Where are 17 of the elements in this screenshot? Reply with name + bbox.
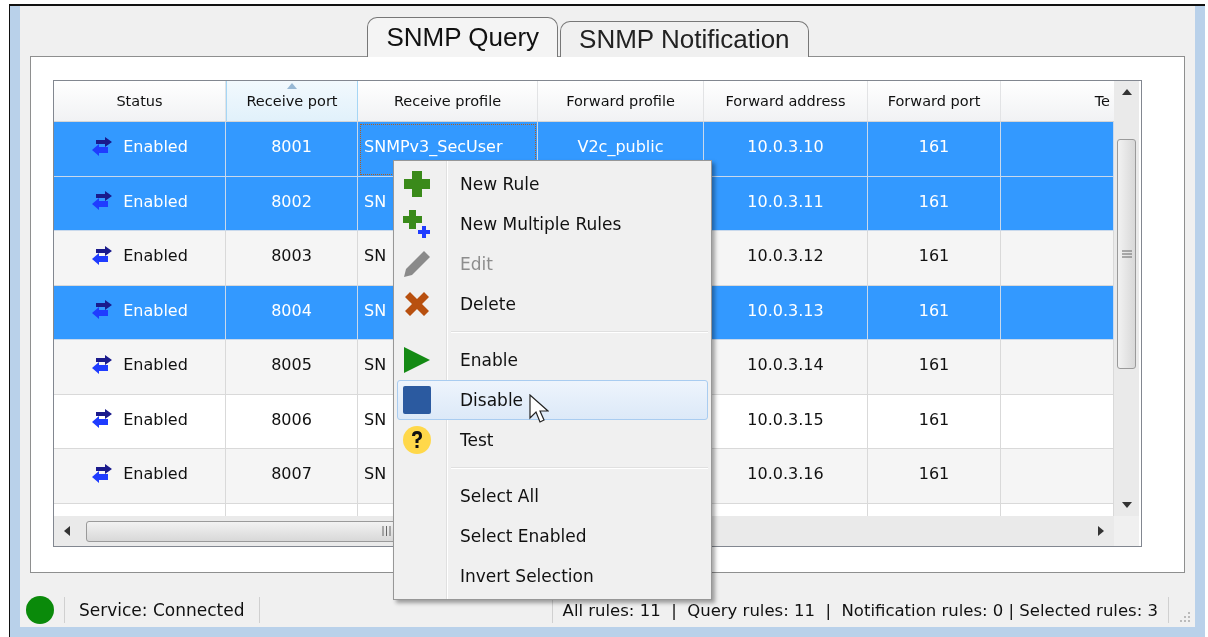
- status-text: Enabled: [123, 409, 188, 429]
- rules-summary: All rules: 11 | Query rules: 11 | Notification rules: 0 | Selected rules: 3: [562, 600, 1158, 620]
- table-cell: 8005: [226, 340, 358, 395]
- service-status: Service: Connected: [78, 600, 246, 620]
- status-text: Enabled: [123, 137, 188, 157]
- table-cell: 161: [868, 449, 1001, 504]
- status-text: Enabled: [123, 300, 188, 320]
- table-cell: 161: [868, 122, 1001, 177]
- status-text: Enabled: [123, 464, 188, 484]
- table-cell: 8007: [226, 449, 358, 504]
- table-cell: 8003: [226, 231, 358, 286]
- status-text: Enabled: [123, 246, 188, 266]
- table-cell: 161: [868, 340, 1001, 395]
- status-text: Enabled: [123, 191, 188, 211]
- table-cell: 8001: [226, 122, 358, 177]
- table-cell: 161: [868, 231, 1001, 286]
- status-text: Enabled: [123, 355, 188, 375]
